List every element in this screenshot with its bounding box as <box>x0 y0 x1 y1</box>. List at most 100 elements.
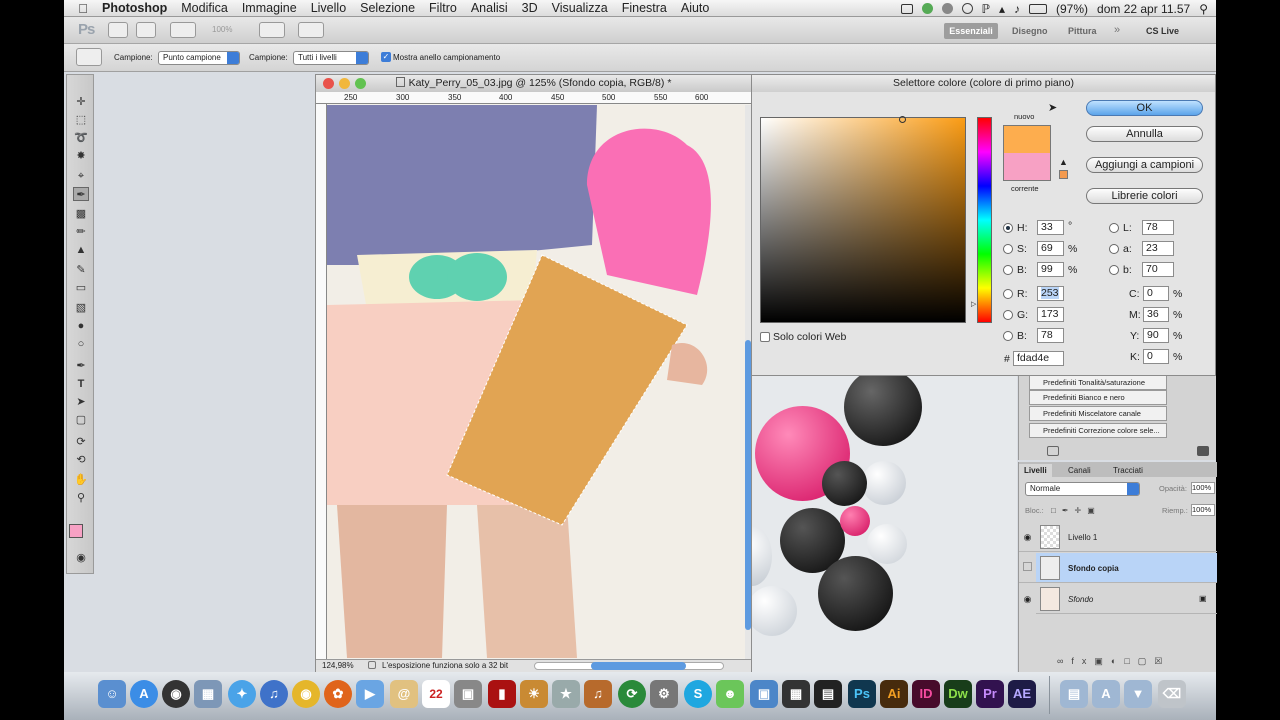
type-tool-icon[interactable]: T <box>73 377 89 391</box>
ok-button[interactable]: OK <box>1086 100 1203 116</box>
m-input[interactable]: 36 <box>1143 307 1169 322</box>
dodge-tool-icon[interactable]: ○ <box>73 337 89 351</box>
a-input[interactable]: 23 <box>1142 241 1174 256</box>
camera-icon[interactable] <box>900 3 913 14</box>
final-cut-icon[interactable]: ▦ <box>782 680 810 708</box>
opacity-input[interactable]: 100% <box>1191 482 1215 494</box>
blend-mode-select[interactable]: Normale <box>1025 482 1140 496</box>
illustrator-dock-icon[interactable]: Ai <box>880 680 908 708</box>
messenger-icon[interactable]: ☻ <box>716 680 744 708</box>
finder-icon[interactable]: ☺ <box>98 680 126 708</box>
color-libraries-button[interactable]: Librerie colori <box>1086 188 1203 204</box>
gamut-color-swatch[interactable] <box>1059 170 1068 179</box>
time-machine-icon[interactable]: ⟳ <box>618 680 646 708</box>
premiere-dock-icon[interactable]: Pr <box>976 680 1004 708</box>
firefox-icon[interactable]: ✿ <box>324 680 352 708</box>
photoshop-dock-icon[interactable]: Ps <box>848 680 876 708</box>
brush-tool-icon[interactable]: ✏ <box>73 225 89 239</box>
menu-aiuto[interactable]: Aiuto <box>681 1 710 15</box>
visibility-eye-icon[interactable]: ◉ <box>1019 584 1036 614</box>
h-input[interactable]: 33 <box>1037 220 1064 235</box>
zoom-tool-icon[interactable]: ⚲ <box>73 491 89 505</box>
visibility-eye-icon[interactable]: ◉ <box>1019 522 1036 552</box>
minimize-window-icon[interactable] <box>339 78 350 89</box>
layer-row[interactable]: Sfondo ▣ <box>1036 584 1217 614</box>
dropbox-icon[interactable] <box>941 3 953 14</box>
dashboard-icon[interactable]: ◉ <box>162 680 190 708</box>
visibility-toggle[interactable] <box>1019 553 1036 583</box>
radio-b[interactable] <box>1003 265 1013 275</box>
radio-g[interactable] <box>1003 310 1013 320</box>
itunes-icon[interactable]: ♫ <box>260 680 288 708</box>
menu-modifica[interactable]: Modifica <box>181 1 228 15</box>
g-input[interactable]: 173 <box>1037 307 1064 322</box>
cancel-button[interactable]: Annulla <box>1086 126 1203 142</box>
zoom-level[interactable]: 100% <box>212 25 232 34</box>
tab-tracciati[interactable]: Tracciati <box>1108 464 1148 477</box>
status-info-icon[interactable] <box>368 661 376 669</box>
zoom-window-icon[interactable] <box>355 78 366 89</box>
close-window-icon[interactable] <box>323 78 334 89</box>
lab-b-input[interactable]: 70 <box>1142 262 1174 277</box>
bluetooth-icon[interactable]: ℙ <box>982 2 990 16</box>
layer-name[interactable]: Sfondo <box>1068 595 1093 604</box>
clapper-icon[interactable]: ▤ <box>814 680 842 708</box>
after-effects-dock-icon[interactable]: AE <box>1008 680 1036 708</box>
blur-tool-icon[interactable]: ● <box>73 319 89 333</box>
l-input[interactable]: 78 <box>1142 220 1174 235</box>
menu-selezione[interactable]: Selezione <box>360 1 415 15</box>
menu-analisi[interactable]: Analisi <box>471 1 508 15</box>
workspace-pittura[interactable]: Pittura <box>1068 23 1097 39</box>
radio-l[interactable] <box>1109 223 1119 233</box>
radio-lab-b[interactable] <box>1109 265 1119 275</box>
arrange-documents-icon[interactable] <box>259 22 285 38</box>
bridge-icon[interactable] <box>108 22 128 38</box>
color-field-marker[interactable] <box>899 116 906 123</box>
menu-app-photoshop[interactable]: Photoshop <box>102 1 167 15</box>
layers-footer-icons[interactable]: ∞fx▣◐□▢☒ <box>1057 656 1170 667</box>
battery-icon[interactable] <box>1029 3 1047 14</box>
fill-input[interactable]: 100% <box>1191 504 1215 516</box>
foreground-color-swatch[interactable] <box>69 524 83 538</box>
menubar-datetime[interactable]: dom 22 apr 11.57 <box>1097 2 1190 16</box>
documents-folder-icon[interactable]: ▤ <box>1060 680 1088 708</box>
menu-3d[interactable]: 3D <box>522 1 538 15</box>
applications-folder-icon[interactable]: A <box>1092 680 1120 708</box>
marquee-tool-icon[interactable]: ⬚ <box>73 113 89 127</box>
layer-name[interactable]: Sfondo copia <box>1068 564 1119 573</box>
lock-icons[interactable]: □✒✛▣ <box>1051 506 1101 515</box>
eyedropper-tool-icon[interactable]: ✒ <box>73 187 89 201</box>
radio-h[interactable] <box>1003 223 1013 233</box>
hand-tool-icon[interactable]: ✋ <box>73 473 89 487</box>
lasso-tool-icon[interactable]: ➰ <box>73 131 89 145</box>
sample-size-select[interactable]: Punto campione <box>158 51 240 65</box>
gradient-tool-icon[interactable]: ▧ <box>73 301 89 315</box>
preset-item[interactable]: Predefiniti Bianco e nero <box>1029 390 1167 405</box>
indesign-dock-icon[interactable]: ID <box>912 680 940 708</box>
current-color-swatch[interactable] <box>1003 153 1051 181</box>
menu-filtro[interactable]: Filtro <box>429 1 457 15</box>
menu-finestra[interactable]: Finestra <box>622 1 667 15</box>
c-input[interactable]: 0 <box>1143 286 1169 301</box>
move-tool-icon[interactable]: ✛ <box>73 95 89 109</box>
system-preferences-icon[interactable]: ⚙ <box>650 680 678 708</box>
evernote-icon[interactable] <box>921 3 933 14</box>
contacts-icon[interactable]: @ <box>390 680 418 708</box>
return-icon[interactable] <box>1047 446 1059 456</box>
healing-tool-icon[interactable]: ▩ <box>73 207 89 221</box>
path-selection-icon[interactable]: ➤ <box>73 395 89 409</box>
r-input[interactable]: 253 <box>1037 286 1064 301</box>
color-field[interactable] <box>760 116 966 323</box>
preset-item[interactable]: Predefiniti Correzione colore sele... <box>1029 423 1167 438</box>
hex-input[interactable]: fdad4e <box>1013 351 1064 366</box>
flashcards-icon[interactable]: ▮ <box>488 680 516 708</box>
sample-layers-select[interactable]: Tutti i livelli <box>293 51 369 65</box>
layer-name[interactable]: Livello 1 <box>1068 533 1097 542</box>
mission-control-icon[interactable]: ▦ <box>194 680 222 708</box>
downloads-folder-icon[interactable]: ▼ <box>1124 680 1152 708</box>
menu-livello[interactable]: Livello <box>311 1 346 15</box>
workspace-disegno[interactable]: Disegno <box>1012 23 1048 39</box>
cs-live-button[interactable]: CS Live <box>1146 23 1179 39</box>
minibridge-icon[interactable] <box>136 22 156 38</box>
preset-item[interactable]: Predefiniti Miscelatore canale <box>1029 406 1167 421</box>
